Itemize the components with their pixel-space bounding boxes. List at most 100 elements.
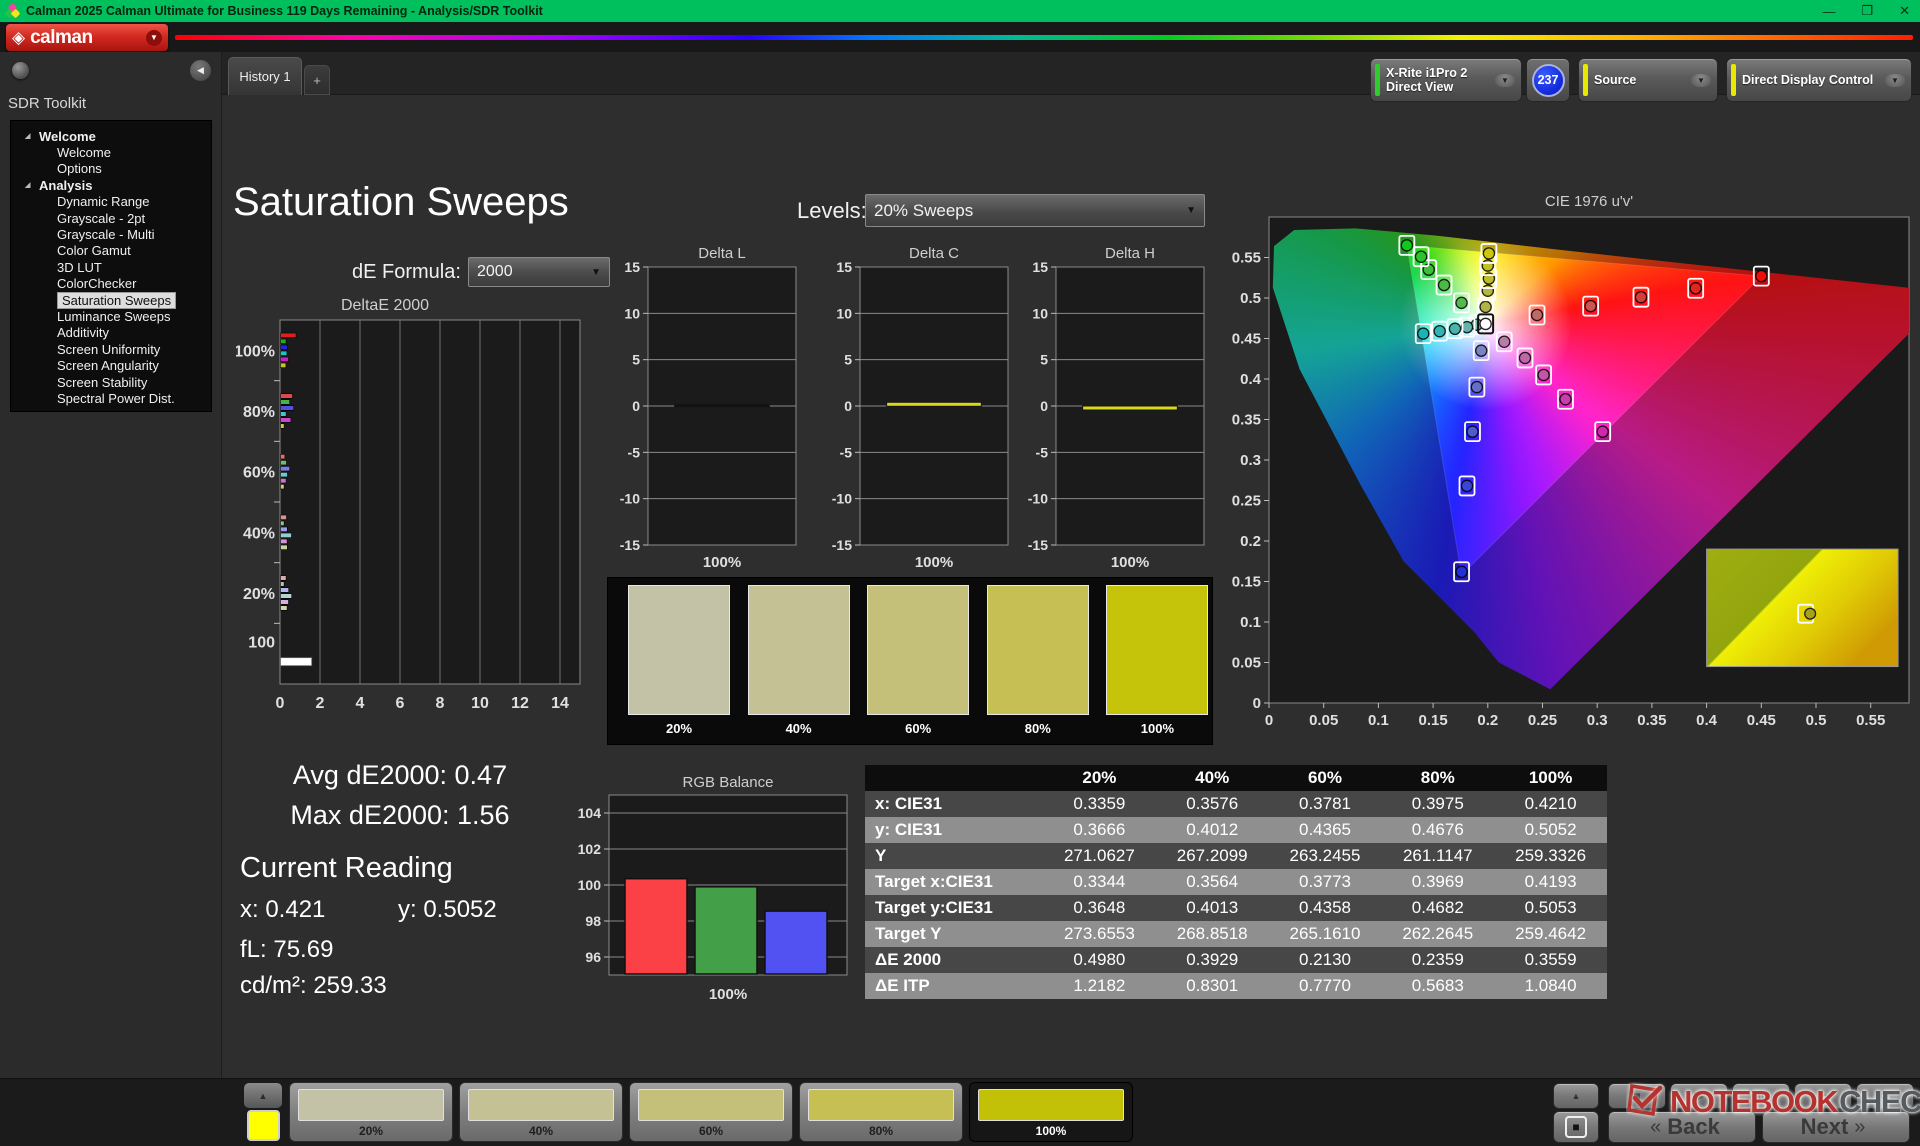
stop-button[interactable]: ■ <box>1553 1111 1599 1143</box>
meter-reading-badge-button[interactable]: 237 <box>1526 58 1570 102</box>
add-tab-button[interactable]: + <box>304 65 330 95</box>
svg-text:0: 0 <box>1040 398 1048 414</box>
svg-text:80%: 80% <box>243 404 275 421</box>
pattern-button-60%[interactable]: 60% <box>629 1082 793 1142</box>
refresh-icon: ⟳ <box>1880 1089 1890 1103</box>
pattern-scroll-up-button[interactable]: ▲ <box>244 1083 282 1108</box>
swatch-label: 100% <box>1106 721 1208 736</box>
tree-item-screen-angularity[interactable]: Screen Angularity <box>11 357 211 373</box>
calman-menu-button[interactable]: ◈ calman ▼ <box>6 24 168 51</box>
svg-text:5: 5 <box>632 352 640 368</box>
tree-item-colorchecker[interactable]: ColorChecker <box>11 276 211 292</box>
meter-dropdown[interactable]: X-Rite i1Pro 2 Direct View ▼ <box>1370 58 1522 102</box>
chevron-left-icon: ◀ <box>197 65 204 76</box>
next-button[interactable]: Next » <box>1762 1111 1910 1143</box>
display-control-caret-icon[interactable]: ▼ <box>1885 74 1905 87</box>
tree-item-grayscale-2pt[interactable]: Grayscale - 2pt <box>11 210 211 226</box>
row-label-cell: y: CIE31 <box>865 817 1043 843</box>
continuous-button[interactable]: ∞ <box>1794 1083 1852 1109</box>
value-cell: 271.0627 <box>1043 843 1156 869</box>
de-formula-dropdown[interactable]: 2000 ▼ <box>468 257 610 287</box>
tab-history-1[interactable]: History 1 <box>228 57 302 95</box>
value-cell: 0.3648 <box>1043 895 1156 921</box>
app-icon <box>6 4 20 18</box>
pattern-label: 80% <box>800 1124 962 1138</box>
pattern-button-80%[interactable]: 80% <box>799 1082 963 1142</box>
page-title: Saturation Sweeps <box>233 180 569 225</box>
measurement-table: 20%40%60%80%100%x: CIE310.33590.35760.37… <box>865 765 1607 999</box>
svg-text:102: 102 <box>578 841 602 857</box>
svg-text:-10: -10 <box>1028 491 1048 507</box>
refresh-button[interactable]: ⟳ <box>1856 1083 1914 1109</box>
minimize-button[interactable]: — <box>1822 4 1835 19</box>
svg-text:0.4: 0.4 <box>1696 712 1718 729</box>
value-cell: 0.5052 <box>1494 817 1607 843</box>
value-cell: 1.0840 <box>1494 973 1607 999</box>
play-button[interactable]: ▶ <box>1670 1083 1728 1109</box>
levels-value: 20% Sweeps <box>874 201 973 221</box>
pattern-button-100%[interactable]: 100% <box>969 1082 1133 1142</box>
expander-icon[interactable]: ◢ <box>25 181 30 189</box>
close-button[interactable]: ✕ <box>1899 3 1910 19</box>
stop-button[interactable]: ■ <box>1608 1083 1666 1109</box>
tree-item-label: ColorChecker <box>57 276 136 291</box>
tree-item-color-gamut[interactable]: Color Gamut <box>11 243 211 259</box>
value-cell: 0.3666 <box>1043 817 1156 843</box>
current-x: x: 0.421 <box>240 896 325 924</box>
tree-item-options[interactable]: Options <box>11 161 211 177</box>
svg-text:DeltaE 2000: DeltaE 2000 <box>341 297 429 314</box>
chevron-double-right-icon: » <box>1854 1116 1865 1139</box>
tree-item-screen-stability[interactable]: Screen Stability <box>11 374 211 390</box>
meter-up-button[interactable]: ▲ <box>1553 1083 1599 1109</box>
tree-item-dynamic-range[interactable]: Dynamic Range <box>11 194 211 210</box>
tree-item-screen-uniformity[interactable]: Screen Uniformity <box>11 341 211 357</box>
calman-menu-caret-icon[interactable]: ▼ <box>146 30 162 46</box>
meter-caret-icon[interactable]: ▼ <box>1495 74 1515 87</box>
value-cell: 0.3344 <box>1043 869 1156 895</box>
value-cell: 0.4210 <box>1494 791 1607 817</box>
tree-item-grayscale-multi[interactable]: Grayscale - Multi <box>11 226 211 242</box>
source-caret-icon[interactable]: ▼ <box>1691 74 1711 87</box>
svg-text:5: 5 <box>1040 352 1048 368</box>
pattern-button-20%[interactable]: 20% <box>289 1082 453 1142</box>
svg-text:0.1: 0.1 <box>1368 712 1389 729</box>
pause-button[interactable]: ▮▮ <box>1732 1083 1790 1109</box>
sidebar-collapse-button[interactable]: ◀ <box>190 60 211 81</box>
source-dropdown[interactable]: Source ▼ <box>1578 58 1718 102</box>
table-row: Y271.0627267.2099263.2455261.1147259.332… <box>865 843 1607 869</box>
table-header-cell <box>865 765 1043 791</box>
row-label-cell: ΔE ITP <box>865 973 1043 999</box>
tree-item-label: Welcome <box>39 129 96 144</box>
tree-item-spectral-power-dist-[interactable]: Spectral Power Dist. <box>11 390 211 406</box>
svg-text:-5: -5 <box>1036 444 1049 460</box>
current-pattern-swatch[interactable] <box>247 1110 280 1141</box>
actual-target-swatch-strip: Actual Target 20%40%60%80%100% <box>607 577 1213 745</box>
tree-item-analysis[interactable]: ◢Analysis <box>11 177 211 193</box>
back-button[interactable]: « Back <box>1608 1111 1756 1143</box>
pattern-button-40%[interactable]: 40% <box>459 1082 623 1142</box>
tree-item-additivity[interactable]: Additivity <box>11 325 211 341</box>
sidebar-title: SDR Toolkit <box>8 95 86 112</box>
display-control-dropdown[interactable]: Direct Display Control ▼ <box>1726 58 1912 102</box>
svg-text:0.2: 0.2 <box>1240 533 1261 550</box>
expander-icon[interactable]: ◢ <box>25 132 30 140</box>
value-cell: 0.5053 <box>1494 895 1607 921</box>
table-row: Target x:CIE310.33440.35640.37730.39690.… <box>865 869 1607 895</box>
svg-text:100%: 100% <box>1111 554 1149 571</box>
continuous-icon: ∞ <box>1819 1089 1828 1103</box>
de-formula-caret-icon: ▼ <box>591 267 601 278</box>
levels-label: Levels: <box>797 198 867 224</box>
bottom-bar: ▲ ▲ ■ « Back Next » 20%40%60%80%100%■▶▮▮… <box>0 1078 1920 1146</box>
tree-item-saturation-sweeps[interactable]: Saturation Sweeps <box>11 292 211 308</box>
value-cell: 259.3326 <box>1494 843 1607 869</box>
svg-text:Delta H: Delta H <box>1105 245 1155 262</box>
table-header-cell: 60% <box>1269 765 1382 791</box>
svg-text:12: 12 <box>511 695 529 712</box>
tree-item-welcome[interactable]: Welcome <box>11 144 211 160</box>
tree-item-3d-lut[interactable]: 3D LUT <box>11 259 211 275</box>
tree-item-welcome[interactable]: ◢ Welcome <box>11 128 211 144</box>
maximize-button[interactable]: ❐ <box>1861 3 1873 19</box>
tree-item-luminance-sweeps[interactable]: Luminance Sweeps <box>11 308 211 324</box>
levels-dropdown[interactable]: 20% Sweeps ▼ <box>865 194 1205 227</box>
display-control-label: Direct Display Control <box>1742 73 1873 87</box>
